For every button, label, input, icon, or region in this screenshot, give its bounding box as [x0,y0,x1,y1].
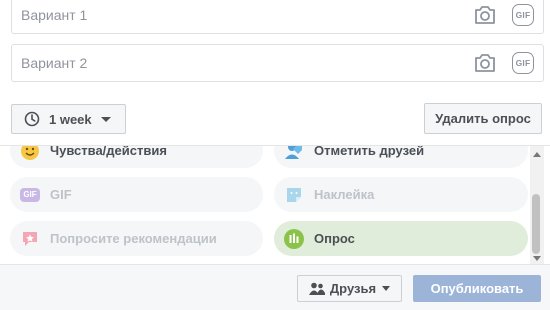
tag-friends-option[interactable]: Отметить друзей [274,146,528,168]
poll-option-1-field[interactable]: Вариант 1 GIF [11,0,544,34]
poll-option-2-placeholder: Вариант 2 [21,55,88,71]
clock-icon [24,111,40,127]
poll-label: Опрос [314,231,355,246]
tag-friends-label: Отметить друзей [314,146,425,158]
poll-icon [284,228,304,249]
ask-recommendations-label: Попросите рекомендации [50,231,217,246]
tag-friends-icon [284,146,304,161]
poll-option[interactable]: Опрос [274,221,528,256]
sticker-icon [284,185,304,205]
publish-button[interactable]: Опубликовать [413,275,541,302]
gif-option[interactable]: GIF GIF [10,177,263,212]
audience-label: Друзья [329,281,377,296]
poll-duration-label: 1 week [49,111,92,127]
gif-icon[interactable]: GIF [512,4,534,26]
sticker-label: Наклейка [314,187,375,202]
feeling-activity-label: Чувства/действия [50,146,167,158]
camera-icon[interactable] [474,5,496,25]
scroll-down-icon[interactable] [533,256,541,261]
ask-recommendations-option[interactable]: Попросите рекомендации [10,221,263,256]
camera-icon[interactable] [474,53,496,73]
friends-icon [308,282,325,295]
poll-option-1-placeholder: Вариант 1 [21,7,88,23]
sticker-option[interactable]: Наклейка [274,177,528,212]
delete-poll-button[interactable]: Удалить опрос [424,103,542,134]
chevron-down-icon [382,286,391,291]
gif-option-label: GIF [50,187,72,202]
scrollbar-thumb[interactable] [532,194,540,254]
gif-icon: GIF [20,187,40,202]
chevron-down-icon [100,116,111,122]
feeling-activity-option[interactable]: Чувства/действия [10,146,263,168]
recommendation-icon [20,229,40,249]
poll-option-2-field[interactable]: Вариант 2 GIF [11,44,544,82]
smiley-icon [20,146,40,161]
poll-duration-select[interactable]: 1 week [11,104,126,134]
scroll-up-icon[interactable] [533,152,541,157]
gif-icon[interactable]: GIF [512,52,534,74]
audience-selector-button[interactable]: Друзья [297,275,402,302]
composer-options-list: Чувства/действия Отметить друзей GIF GIF… [0,146,550,264]
